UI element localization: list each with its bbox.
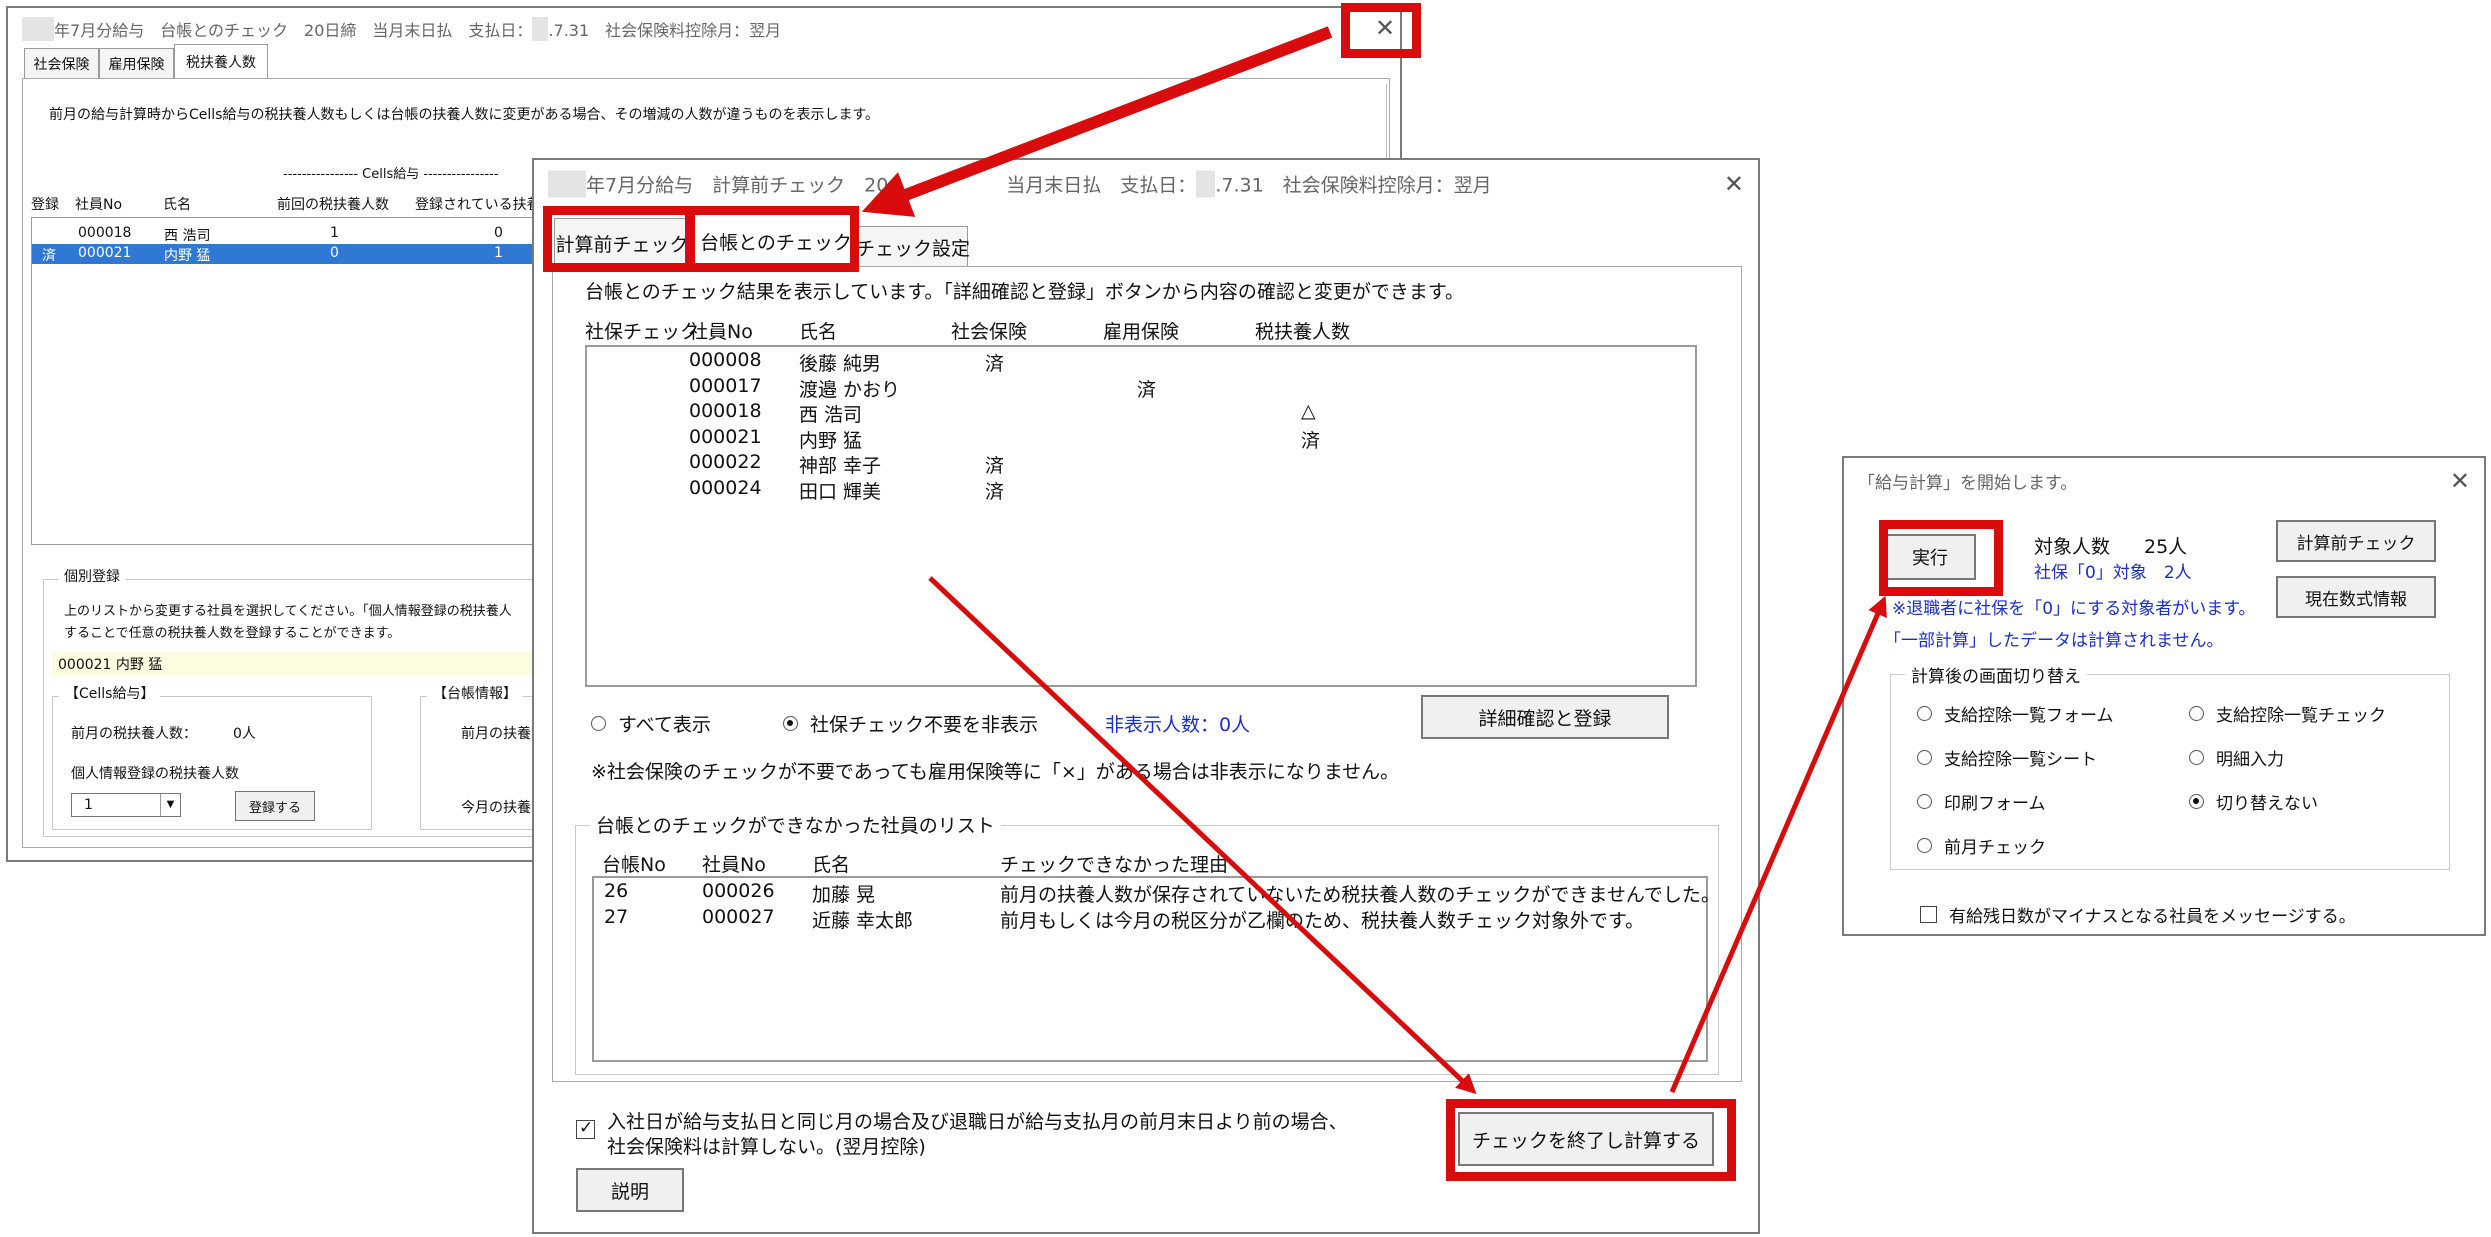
- left-tab-social-insurance[interactable]: 社会保険: [24, 48, 99, 78]
- table-row[interactable]: 000008 後藤 純男済: [587, 349, 1695, 375]
- tab-check-settings[interactable]: チェック設定: [856, 226, 970, 268]
- col-shaho-check: 社保チェック: [585, 321, 700, 343]
- table-row[interactable]: 000018 西 浩司 △: [587, 400, 1695, 426]
- right-window-title: 「給与計算」を開始します。: [1858, 473, 2078, 494]
- tab-ledger-check-highlight: [685, 206, 859, 272]
- individual-legend: 個別登録: [58, 566, 126, 586]
- col-reason: チェックできなかった理由: [1000, 854, 1229, 876]
- switch-legend: 計算後の画面切り替え: [1905, 662, 2087, 687]
- checkbox-unchecked-icon: [1920, 906, 1937, 923]
- checkbox-checked-icon: [576, 1118, 595, 1139]
- col-employee-no: 社員No: [75, 197, 123, 213]
- unchecked-legend: 台帳とのチェックができなかった社員のリスト: [590, 811, 1001, 838]
- col-tax-dependents: 税扶養人数: [1255, 321, 1351, 343]
- option-list-check[interactable]: 支給控除一覧チェック: [2189, 701, 2386, 726]
- individual-registration-group: 個別登録 上のリストから変更する社員を選択してください。「個人情報登録の税扶養人…: [43, 566, 563, 837]
- hidden-count: 非表示人数：0人: [1105, 714, 1251, 736]
- left-description: 前月の給与計算時からCells給与の税扶養人数もしくは台帳の扶養人数に変更がある…: [49, 107, 880, 123]
- finish-button-highlight: [1446, 1099, 1736, 1181]
- unchecked-employees-group: 台帳とのチェックができなかった社員のリスト 台帳No 社員No 氏名 チェックで…: [575, 811, 1720, 1075]
- ledger-check-info: 台帳とのチェック結果を表示しています。「詳細確認と登録」ボタンから内容の確認と変…: [585, 281, 1464, 303]
- center-note: ※社会保険のチェックが不要であっても雇用保険等に「×」がある場合は非表示になりま…: [591, 761, 1400, 783]
- col-ledger-no: 台帳No: [602, 854, 666, 876]
- unchecked-employees-list[interactable]: 26 000026 加藤 晃 前月の扶養人数が保存されていないため税扶養人数のチ…: [592, 876, 1720, 1062]
- social-insurance-exclusion-checkbox[interactable]: 入社日が給与支払日と同じ月の場合及び退職日が給与支払月の前月末日より前の場合、 …: [576, 1110, 1348, 1160]
- table-row[interactable]: 000021 内野 猛済: [587, 426, 1695, 452]
- detail-confirm-register-button[interactable]: 詳細確認と登録: [1421, 695, 1669, 739]
- target-count-value: 25人: [2144, 536, 2188, 558]
- selected-employee-field: 000021 内野 猛: [52, 652, 552, 676]
- left-tab-employment-insurance[interactable]: 雇用保険: [99, 48, 174, 78]
- register-button[interactable]: 登録する: [235, 791, 315, 821]
- option-prev-month-check[interactable]: 前月チェック: [1917, 833, 2046, 858]
- col-social-insurance: 社会保険: [951, 321, 1028, 343]
- table-row[interactable]: 000024 田口 輝美済: [587, 477, 1695, 503]
- col-unchecked-name: 氏名: [812, 854, 851, 876]
- warning-partial-calc: 「一部計算」したデータは計算されません。: [1884, 631, 2224, 651]
- option-print-form[interactable]: 印刷フォーム: [1917, 789, 2046, 814]
- col-unchecked-employee-no: 社員No: [702, 854, 766, 876]
- ledger-group-legend: 【台帳情報】: [427, 683, 523, 703]
- radio-all-dot: [591, 716, 606, 731]
- cells-group-legend: 【Cells給与】: [59, 683, 161, 703]
- pre-calc-check-window: 年7月分給与 計算前チェック 20 当月末日払 支払日： .7.31 社会保険料控…: [532, 158, 1760, 1234]
- table-row[interactable]: 000022 神部 幸子済: [587, 451, 1695, 477]
- prev-tax-label: 前月の税扶養人数：: [71, 726, 197, 742]
- tax-dependents-list[interactable]: 000018 西 浩司 1 0 済 000021 内野 猛 0 1: [31, 217, 551, 545]
- option-list-sheet[interactable]: 支給控除一覧シート: [1917, 745, 2097, 770]
- left-window-title: 年7月分給与 台帳とのチェック 20日締 当月末日払 支払日： .7.31 社会…: [22, 17, 781, 41]
- col-employee-no: 社員No: [689, 321, 753, 343]
- col-employment-insurance: 雇用保険: [1103, 321, 1180, 343]
- target-count-label: 対象人数: [2034, 536, 2111, 558]
- individual-text-1: 上のリストから変更する社員を選択してください。「個人情報登録の税扶養人: [64, 604, 512, 619]
- ledger-prev-label: 前月の扶養: [461, 726, 531, 742]
- left-close-icon[interactable]: ✕: [1375, 16, 2477, 40]
- col-registered: 登録: [31, 197, 59, 213]
- ledger-current-label: 今月の扶養: [461, 800, 531, 816]
- tax-dependents-dropdown[interactable]: 1 ▼: [71, 793, 181, 817]
- left-tab-tax-dependents[interactable]: 税扶養人数: [174, 44, 268, 78]
- left-close-highlight: [1341, 3, 1421, 58]
- right-close-icon[interactable]: ✕: [2450, 469, 2470, 493]
- col-prev-tax: 前回の税扶養人数: [277, 197, 389, 213]
- center-tab-panel: 台帳とのチェック結果を表示しています。「詳細確認と登録」ボタンから内容の確認と変…: [552, 266, 1742, 1082]
- cells-header: ---------------- Cells給与 ---------------…: [283, 167, 499, 182]
- table-row-selected[interactable]: 済 000021 内野 猛 0 1: [32, 244, 550, 264]
- center-window-title: 年7月分給与 計算前チェック 20 当月末日払 支払日： .7.31 社会保険料控…: [548, 170, 1492, 198]
- personal-tax-label: 個人情報登録の税扶養人数: [71, 766, 239, 782]
- table-row[interactable]: 27 000027 近藤 幸太郎 前月もしくは今月の税区分が乙欄のため、税扶養人…: [594, 906, 1706, 932]
- run-button-highlight: [1879, 520, 2003, 596]
- col-registered-dependents: 登録されている扶養: [415, 197, 541, 213]
- precheck-button[interactable]: 計算前チェック: [2276, 520, 2436, 562]
- chevron-down-icon: ▼: [160, 794, 180, 816]
- radio-show-all[interactable]: すべて表示: [591, 710, 711, 737]
- center-close-icon[interactable]: ✕: [1724, 172, 1744, 196]
- shaho-zero-count: 社保「0」対象 2人: [2034, 563, 2192, 583]
- right-title-bar: 「給与計算」を開始します。 ✕: [1844, 458, 2484, 504]
- after-calc-switch-group: 計算後の画面切り替え 支給控除一覧フォーム 支給控除一覧チェック 支給控除一覧シ…: [1890, 662, 2450, 870]
- radio-hide-dot: [783, 716, 798, 731]
- option-detail-input[interactable]: 明細入力: [2189, 745, 2284, 770]
- individual-text-2: することで任意の税扶養人数を登録することができます。: [64, 626, 401, 641]
- radio-hide-unneeded[interactable]: 社保チェック不要を非表示: [783, 710, 1038, 737]
- ledger-check-list[interactable]: 000008 後藤 純男済 000017 渡邉 かおり済 000018 西 浩司 △ 0000…: [585, 345, 1697, 687]
- col-name: 氏名: [163, 197, 191, 213]
- table-row[interactable]: 000017 渡邉 かおり済: [587, 375, 1695, 401]
- option-no-switch[interactable]: 切り替えない: [2189, 789, 2318, 814]
- explain-button[interactable]: 説明: [576, 1168, 684, 1212]
- formula-info-button[interactable]: 現在数式情報: [2276, 576, 2436, 618]
- tab-pre-calc-highlight: [543, 206, 695, 272]
- paid-leave-message-checkbox[interactable]: 有給残日数がマイナスとなる社員をメッセージする。: [1920, 902, 2356, 927]
- table-row[interactable]: 000018 西 浩司 1 0: [32, 224, 550, 244]
- warning-retired: ※退職者に社保を「0」にする対象者がいます。: [1892, 599, 2256, 619]
- col-name: 氏名: [799, 321, 838, 343]
- prev-tax-value: 0人: [233, 726, 256, 742]
- center-title-bar: 年7月分給与 計算前チェック 20 当月末日払 支払日： .7.31 社会保険料控…: [534, 160, 1758, 210]
- option-list-form[interactable]: 支給控除一覧フォーム: [1917, 701, 2114, 726]
- table-row[interactable]: 26 000026 加藤 晃 前月の扶養人数が保存されていないため税扶養人数のチ…: [594, 880, 1720, 906]
- cells-salary-group: 【Cells給与】 前月の税扶養人数： 0人 個人情報登録の税扶養人数 1 ▼ …: [52, 683, 372, 830]
